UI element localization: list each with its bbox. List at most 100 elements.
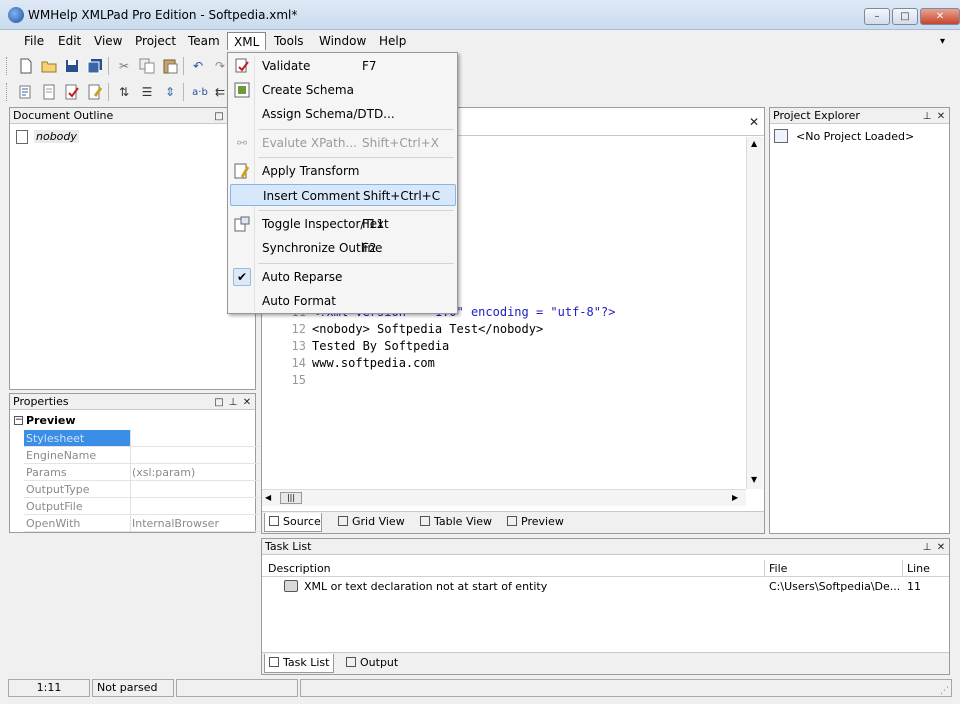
menu-item-synchronize-outline[interactable]: Synchronize Outline F2 — [230, 237, 456, 259]
menu-item-shortcut: Shift+Ctrl+C — [363, 189, 441, 203]
horizontal-scrollbar[interactable]: ◀ ||| ▶ — [262, 489, 746, 506]
tab-preview[interactable]: Preview — [503, 513, 564, 532]
xml-node-icon — [16, 130, 28, 144]
save-all-icon[interactable] — [87, 58, 103, 74]
vertical-scrollbar[interactable]: ▲ ▼ — [746, 137, 763, 489]
properties-title: Properties — [13, 395, 69, 408]
collapse-icon[interactable]: − — [14, 416, 23, 425]
menu-item-evaluate-xpath[interactable]: ⚯ Evalute XPath... Shift+Ctrl+X — [230, 132, 456, 154]
menu-item-insert-comment[interactable]: Insert Comment Shift+Ctrl+C — [230, 184, 456, 206]
check-icon: ✔ — [233, 268, 251, 286]
inspector-icon — [234, 216, 250, 232]
property-value[interactable]: InternalBrowser — [132, 517, 219, 530]
new-file-icon[interactable] — [18, 58, 34, 74]
code-line: 12 <nobody> Softpedia Test</nobody> — [262, 322, 544, 339]
menu-view[interactable]: View — [88, 32, 128, 50]
sort-icon[interactable]: ⇅ — [116, 84, 132, 100]
document-icon[interactable] — [41, 84, 57, 100]
toolbar-separator — [183, 57, 184, 75]
tab-output[interactable]: Output — [342, 654, 398, 673]
maximize-button[interactable]: □ — [892, 8, 918, 25]
menu-xml[interactable]: XML — [227, 32, 267, 50]
scroll-right-icon[interactable]: ▶ — [732, 493, 738, 502]
minimize-button[interactable]: – — [864, 8, 890, 25]
menu-item-shortcut: F7 — [362, 59, 377, 73]
wrap-icon[interactable]: ⇇ — [212, 84, 228, 100]
menu-item-label: Create Schema — [262, 83, 354, 97]
menu-edit[interactable]: Edit — [52, 32, 87, 50]
panel-close-icon[interactable]: ✕ — [241, 395, 253, 410]
menu-file[interactable]: File — [18, 32, 50, 50]
open-folder-icon[interactable] — [41, 58, 57, 74]
property-row[interactable]: Stylesheet — [24, 430, 264, 447]
panel-close-icon[interactable]: ✕ — [935, 109, 947, 124]
status-position: 1:11 — [8, 679, 90, 697]
close-button[interactable]: ✕ — [920, 8, 960, 25]
property-name: OpenWith — [26, 517, 81, 530]
property-row[interactable]: OutputFile — [24, 498, 264, 515]
property-value[interactable]: (xsl:param) — [132, 466, 195, 479]
panel-float-icon[interactable]: □ — [213, 109, 225, 124]
expand-collapse-icon[interactable]: ⇕ — [162, 84, 178, 100]
task-row[interactable]: XML or text declaration not at start of … — [262, 578, 949, 596]
menu-item-assign-schema[interactable]: Assign Schema/DTD... — [230, 103, 456, 125]
indent-icon[interactable]: ☰ — [139, 84, 155, 100]
outline-node-nobody[interactable]: nobody — [34, 130, 79, 143]
tab-grid-view[interactable]: Grid View — [334, 513, 405, 532]
column-line[interactable]: Line — [902, 560, 930, 577]
column-file[interactable]: File — [764, 560, 787, 577]
resize-grip-icon[interactable]: ⋰ — [940, 686, 949, 696]
property-row[interactable]: OpenWith InternalBrowser — [24, 515, 264, 532]
menu-team[interactable]: Team — [182, 32, 226, 50]
tab-source[interactable]: Source — [264, 513, 322, 532]
edit-document-icon[interactable] — [87, 84, 103, 100]
toolbar-grip[interactable] — [6, 57, 9, 75]
tab-output-label: Output — [360, 656, 399, 669]
xml-tree-icon[interactable] — [18, 84, 34, 100]
menu-item-validate[interactable]: Validate F7 — [230, 55, 456, 77]
text-format-icon[interactable]: a·b — [190, 84, 210, 100]
copy-icon[interactable] — [139, 58, 155, 74]
property-name: OutputType — [26, 483, 90, 496]
code-line: 13 Tested By Softpedia — [262, 339, 450, 356]
undo-icon[interactable]: ↶ — [190, 58, 206, 74]
cut-icon[interactable]: ✂ — [116, 58, 132, 74]
menu-item-label: Assign Schema/DTD... — [262, 107, 395, 121]
menu-item-auto-reparse[interactable]: ✔ Auto Reparse — [230, 266, 456, 288]
redo-icon[interactable]: ↷ — [212, 58, 228, 74]
menu-project[interactable]: Project — [129, 32, 182, 50]
menu-item-auto-format[interactable]: Auto Format — [230, 290, 456, 312]
menu-window[interactable]: Window — [313, 32, 372, 50]
menu-overflow-icon[interactable]: ▾ — [940, 36, 945, 47]
column-description[interactable]: Description — [268, 562, 331, 575]
scroll-left-icon[interactable]: ◀ — [265, 493, 271, 502]
panel-float-icon[interactable]: □ — [213, 395, 225, 410]
paste-icon[interactable] — [162, 58, 178, 74]
scroll-thumb[interactable]: ||| — [280, 492, 302, 504]
property-row[interactable]: Params (xsl:param) — [24, 464, 264, 481]
properties-header: Properties □ ⊥ ✕ — [10, 394, 255, 410]
tab-task-list[interactable]: Task List — [264, 654, 334, 673]
toolbar-grip[interactable] — [6, 83, 9, 101]
property-row[interactable]: OutputType — [24, 481, 264, 498]
panel-close-icon[interactable]: ✕ — [935, 540, 947, 555]
tab-table-view[interactable]: Table View — [416, 513, 492, 532]
project-node[interactable]: <No Project Loaded> — [796, 130, 914, 143]
editor-close-icon[interactable]: ✕ — [748, 115, 760, 130]
menu-tools[interactable]: Tools — [268, 32, 310, 50]
validate-icon[interactable] — [64, 84, 80, 100]
panel-pin-icon[interactable]: ⊥ — [921, 540, 933, 555]
menu-item-apply-transform[interactable]: Apply Transform — [230, 160, 456, 182]
menu-help[interactable]: Help — [373, 32, 412, 50]
panel-pin-icon[interactable]: ⊥ — [921, 109, 933, 124]
panel-pin-icon[interactable]: ⊥ — [227, 395, 239, 410]
scroll-down-icon[interactable]: ▼ — [751, 475, 757, 484]
property-row[interactable]: EngineName — [24, 447, 264, 464]
menu-item-create-schema[interactable]: Create Schema — [230, 79, 456, 101]
menu-separator — [258, 263, 454, 264]
property-name: OutputFile — [26, 500, 83, 513]
scroll-up-icon[interactable]: ▲ — [751, 139, 757, 148]
status-cell-4 — [300, 679, 952, 697]
save-icon[interactable] — [64, 58, 80, 74]
menu-item-toggle-inspector[interactable]: Toggle Inspector/Text F11 — [230, 213, 456, 235]
